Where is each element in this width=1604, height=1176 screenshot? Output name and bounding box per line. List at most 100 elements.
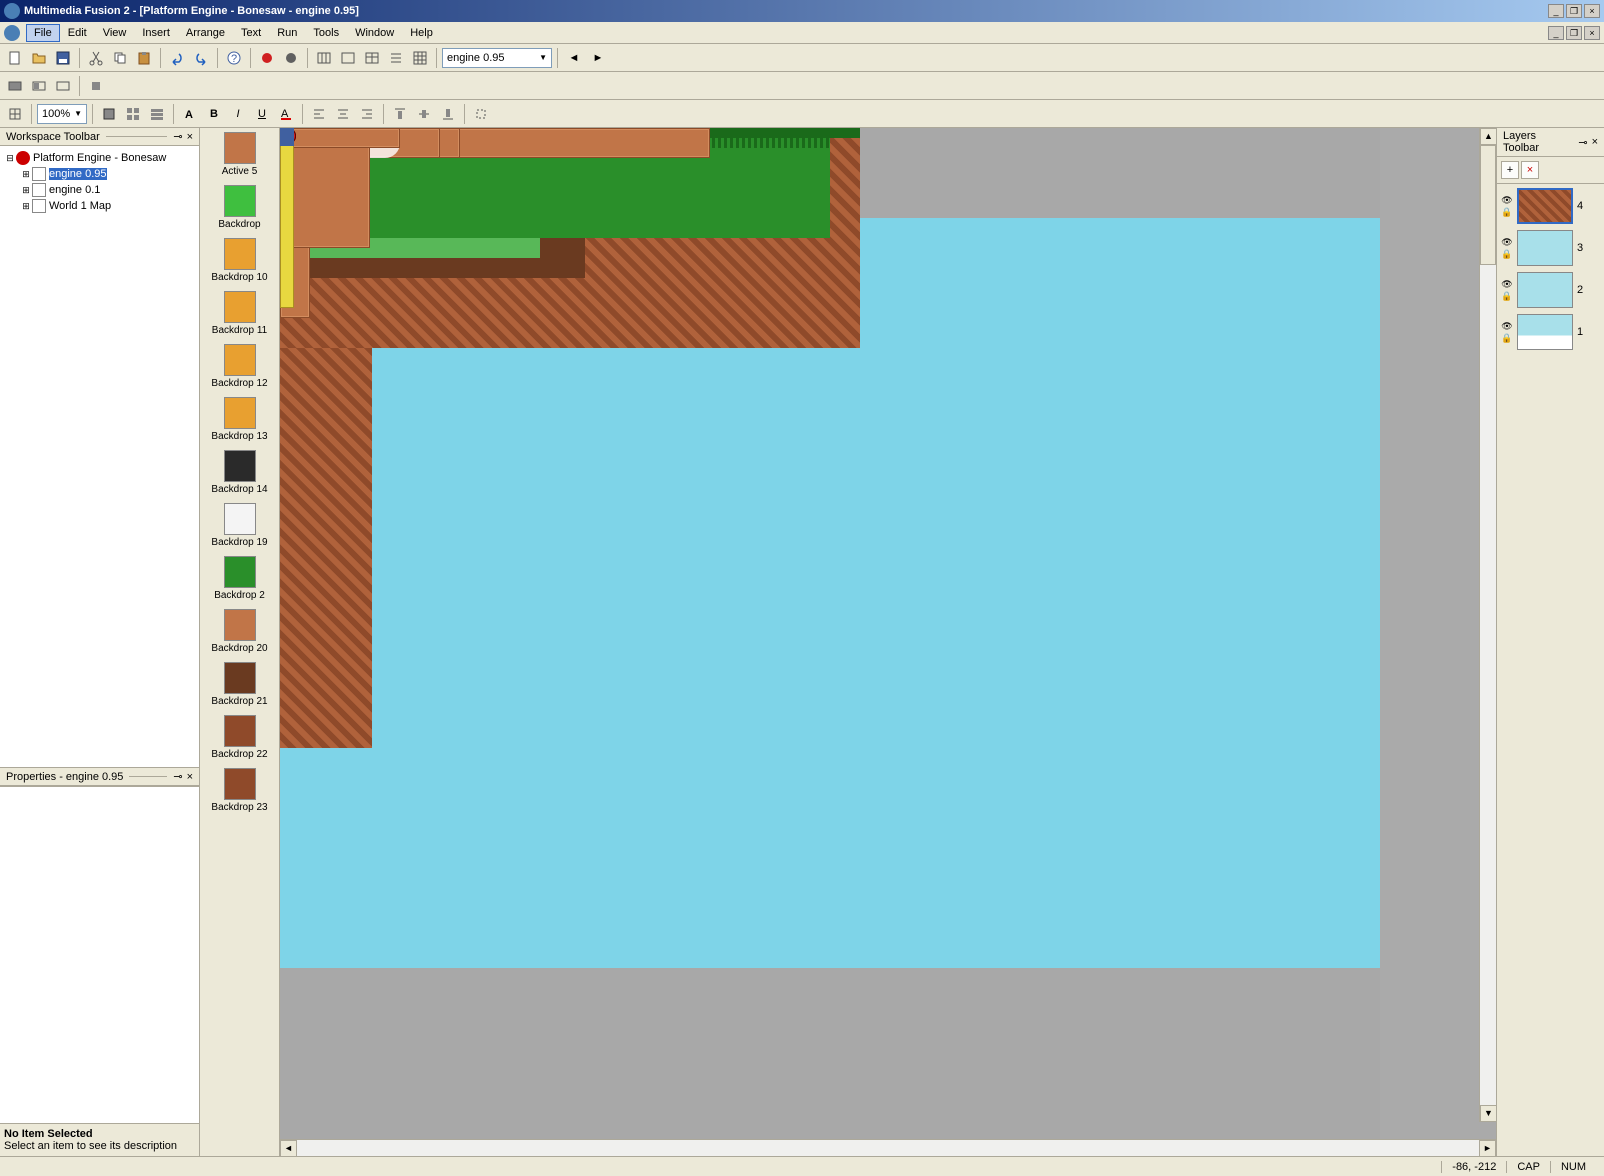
horizontal-scrollbar[interactable]: ◄ ► bbox=[280, 1139, 1496, 1156]
run-project-button[interactable] bbox=[52, 75, 74, 97]
stop-run-button[interactable] bbox=[85, 75, 107, 97]
align-vcenter-button[interactable] bbox=[413, 103, 435, 125]
canvas-viewport[interactable]: BONESAW bbox=[280, 128, 1496, 1139]
minimize-button[interactable]: _ bbox=[1548, 4, 1564, 18]
scroll-right-button[interactable]: ► bbox=[1479, 1140, 1496, 1156]
align-right-button[interactable] bbox=[356, 103, 378, 125]
lock-icon[interactable]: 🔒 bbox=[1501, 333, 1513, 343]
run-app-button[interactable] bbox=[4, 75, 26, 97]
expand-icon[interactable]: ⊞ bbox=[20, 201, 32, 212]
menu-file[interactable]: File bbox=[26, 24, 60, 42]
eye-icon[interactable]: 👁 bbox=[1501, 321, 1513, 331]
align-left-button[interactable] bbox=[308, 103, 330, 125]
tree-item[interactable]: ⊞engine 0.1 bbox=[4, 182, 195, 198]
frame-selector[interactable]: engine 0.95 ▼ bbox=[442, 48, 552, 68]
view-mode-3-button[interactable] bbox=[146, 103, 168, 125]
view-mode-1-button[interactable] bbox=[98, 103, 120, 125]
menu-window[interactable]: Window bbox=[347, 24, 402, 42]
record-button[interactable] bbox=[256, 47, 278, 69]
lock-icon[interactable]: 🔒 bbox=[1501, 291, 1513, 301]
lock-icon[interactable]: 🔒 bbox=[1501, 249, 1513, 259]
object-item[interactable]: Backdrop 20 bbox=[202, 609, 277, 654]
mdi-close-button[interactable]: × bbox=[1584, 26, 1600, 40]
run-frame-button[interactable] bbox=[28, 75, 50, 97]
menu-tools[interactable]: Tools bbox=[305, 24, 347, 42]
scroll-up-button[interactable]: ▲ bbox=[1480, 128, 1496, 145]
scroll-thumb[interactable] bbox=[1480, 145, 1496, 265]
event-button[interactable] bbox=[361, 47, 383, 69]
frame-button[interactable] bbox=[337, 47, 359, 69]
help-button[interactable]: ? bbox=[223, 47, 245, 69]
level-canvas[interactable]: BONESAW bbox=[280, 128, 1380, 1139]
expand-icon[interactable]: ⊟ bbox=[4, 153, 16, 164]
menu-insert[interactable]: Insert bbox=[134, 24, 178, 42]
crop-button[interactable] bbox=[470, 103, 492, 125]
object-item[interactable]: Backdrop 14 bbox=[202, 450, 277, 495]
eventlist-button[interactable] bbox=[385, 47, 407, 69]
pin-icon[interactable]: ⊸ bbox=[1578, 136, 1587, 149]
bold-button[interactable]: B bbox=[203, 103, 225, 125]
menu-arrange[interactable]: Arrange bbox=[178, 24, 233, 42]
pin-icon[interactable]: ⊸ bbox=[173, 130, 182, 143]
storyboard-button[interactable] bbox=[313, 47, 335, 69]
lock-icon[interactable]: 🔒 bbox=[1501, 207, 1513, 217]
add-layer-button[interactable]: + bbox=[1501, 161, 1519, 179]
object-item[interactable]: Active 5 bbox=[202, 132, 277, 177]
object-item[interactable]: Backdrop 10 bbox=[202, 238, 277, 283]
cut-button[interactable] bbox=[85, 47, 107, 69]
new-button[interactable] bbox=[4, 47, 26, 69]
object-item[interactable]: Backdrop 11 bbox=[202, 291, 277, 336]
eye-icon[interactable]: 👁 bbox=[1501, 195, 1513, 205]
text-color-button[interactable]: A bbox=[275, 103, 297, 125]
layer-item[interactable]: 👁🔒4 bbox=[1501, 188, 1600, 224]
object-item[interactable]: Backdrop 23 bbox=[202, 768, 277, 813]
tree-item[interactable]: ⊞World 1 Map bbox=[4, 198, 195, 214]
paste-button[interactable] bbox=[133, 47, 155, 69]
copy-button[interactable] bbox=[109, 47, 131, 69]
font-button[interactable]: A bbox=[179, 103, 201, 125]
close-panel-icon[interactable]: × bbox=[1592, 136, 1598, 148]
datagrid-button[interactable] bbox=[409, 47, 431, 69]
grid-button[interactable] bbox=[4, 103, 26, 125]
eye-icon[interactable]: 👁 bbox=[1501, 279, 1513, 289]
tree-root[interactable]: ⊟ Platform Engine - Bonesaw bbox=[4, 150, 195, 166]
object-item[interactable]: Backdrop 21 bbox=[202, 662, 277, 707]
expand-icon[interactable]: ⊞ bbox=[20, 169, 32, 180]
layer-item[interactable]: 👁🔒2 bbox=[1501, 272, 1600, 308]
italic-button[interactable]: I bbox=[227, 103, 249, 125]
view-mode-2-button[interactable] bbox=[122, 103, 144, 125]
delete-layer-button[interactable]: × bbox=[1521, 161, 1539, 179]
redo-button[interactable] bbox=[190, 47, 212, 69]
object-item[interactable]: Backdrop 2 bbox=[202, 556, 277, 601]
maximize-button[interactable]: ❐ bbox=[1566, 4, 1582, 18]
tree-item[interactable]: ⊞engine 0.95 bbox=[4, 166, 195, 182]
expand-icon[interactable]: ⊞ bbox=[20, 185, 32, 196]
next-frame-button[interactable]: ► bbox=[587, 47, 609, 69]
scroll-left-button[interactable]: ◄ bbox=[280, 1140, 297, 1156]
menu-help[interactable]: Help bbox=[402, 24, 441, 42]
underline-button[interactable]: U bbox=[251, 103, 273, 125]
vertical-scrollbar[interactable]: ▲ ▼ bbox=[1479, 128, 1496, 1122]
undo-button[interactable] bbox=[166, 47, 188, 69]
pin-icon[interactable]: ⊸ bbox=[173, 770, 182, 783]
layer-item[interactable]: 👁🔒1 bbox=[1501, 314, 1600, 350]
menu-view[interactable]: View bbox=[95, 24, 135, 42]
object-item[interactable]: Backdrop 19 bbox=[202, 503, 277, 548]
align-top-button[interactable] bbox=[389, 103, 411, 125]
object-item[interactable]: Backdrop 12 bbox=[202, 344, 277, 389]
object-palette[interactable]: Active 5BackdropBackdrop 10Backdrop 11Ba… bbox=[200, 128, 280, 1156]
stop-button[interactable] bbox=[280, 47, 302, 69]
menu-text[interactable]: Text bbox=[233, 24, 269, 42]
align-center-button[interactable] bbox=[332, 103, 354, 125]
layer-item[interactable]: 👁🔒3 bbox=[1501, 230, 1600, 266]
open-button[interactable] bbox=[28, 47, 50, 69]
close-panel-icon[interactable]: × bbox=[187, 131, 193, 143]
close-panel-icon[interactable]: × bbox=[187, 771, 193, 783]
zoom-combo[interactable]: 100% ▼ bbox=[37, 104, 87, 124]
align-bottom-button[interactable] bbox=[437, 103, 459, 125]
menu-run[interactable]: Run bbox=[269, 24, 305, 42]
scroll-down-button[interactable]: ▼ bbox=[1480, 1105, 1496, 1122]
object-item[interactable]: Backdrop 22 bbox=[202, 715, 277, 760]
object-item[interactable]: Backdrop 13 bbox=[202, 397, 277, 442]
prev-frame-button[interactable]: ◄ bbox=[563, 47, 585, 69]
